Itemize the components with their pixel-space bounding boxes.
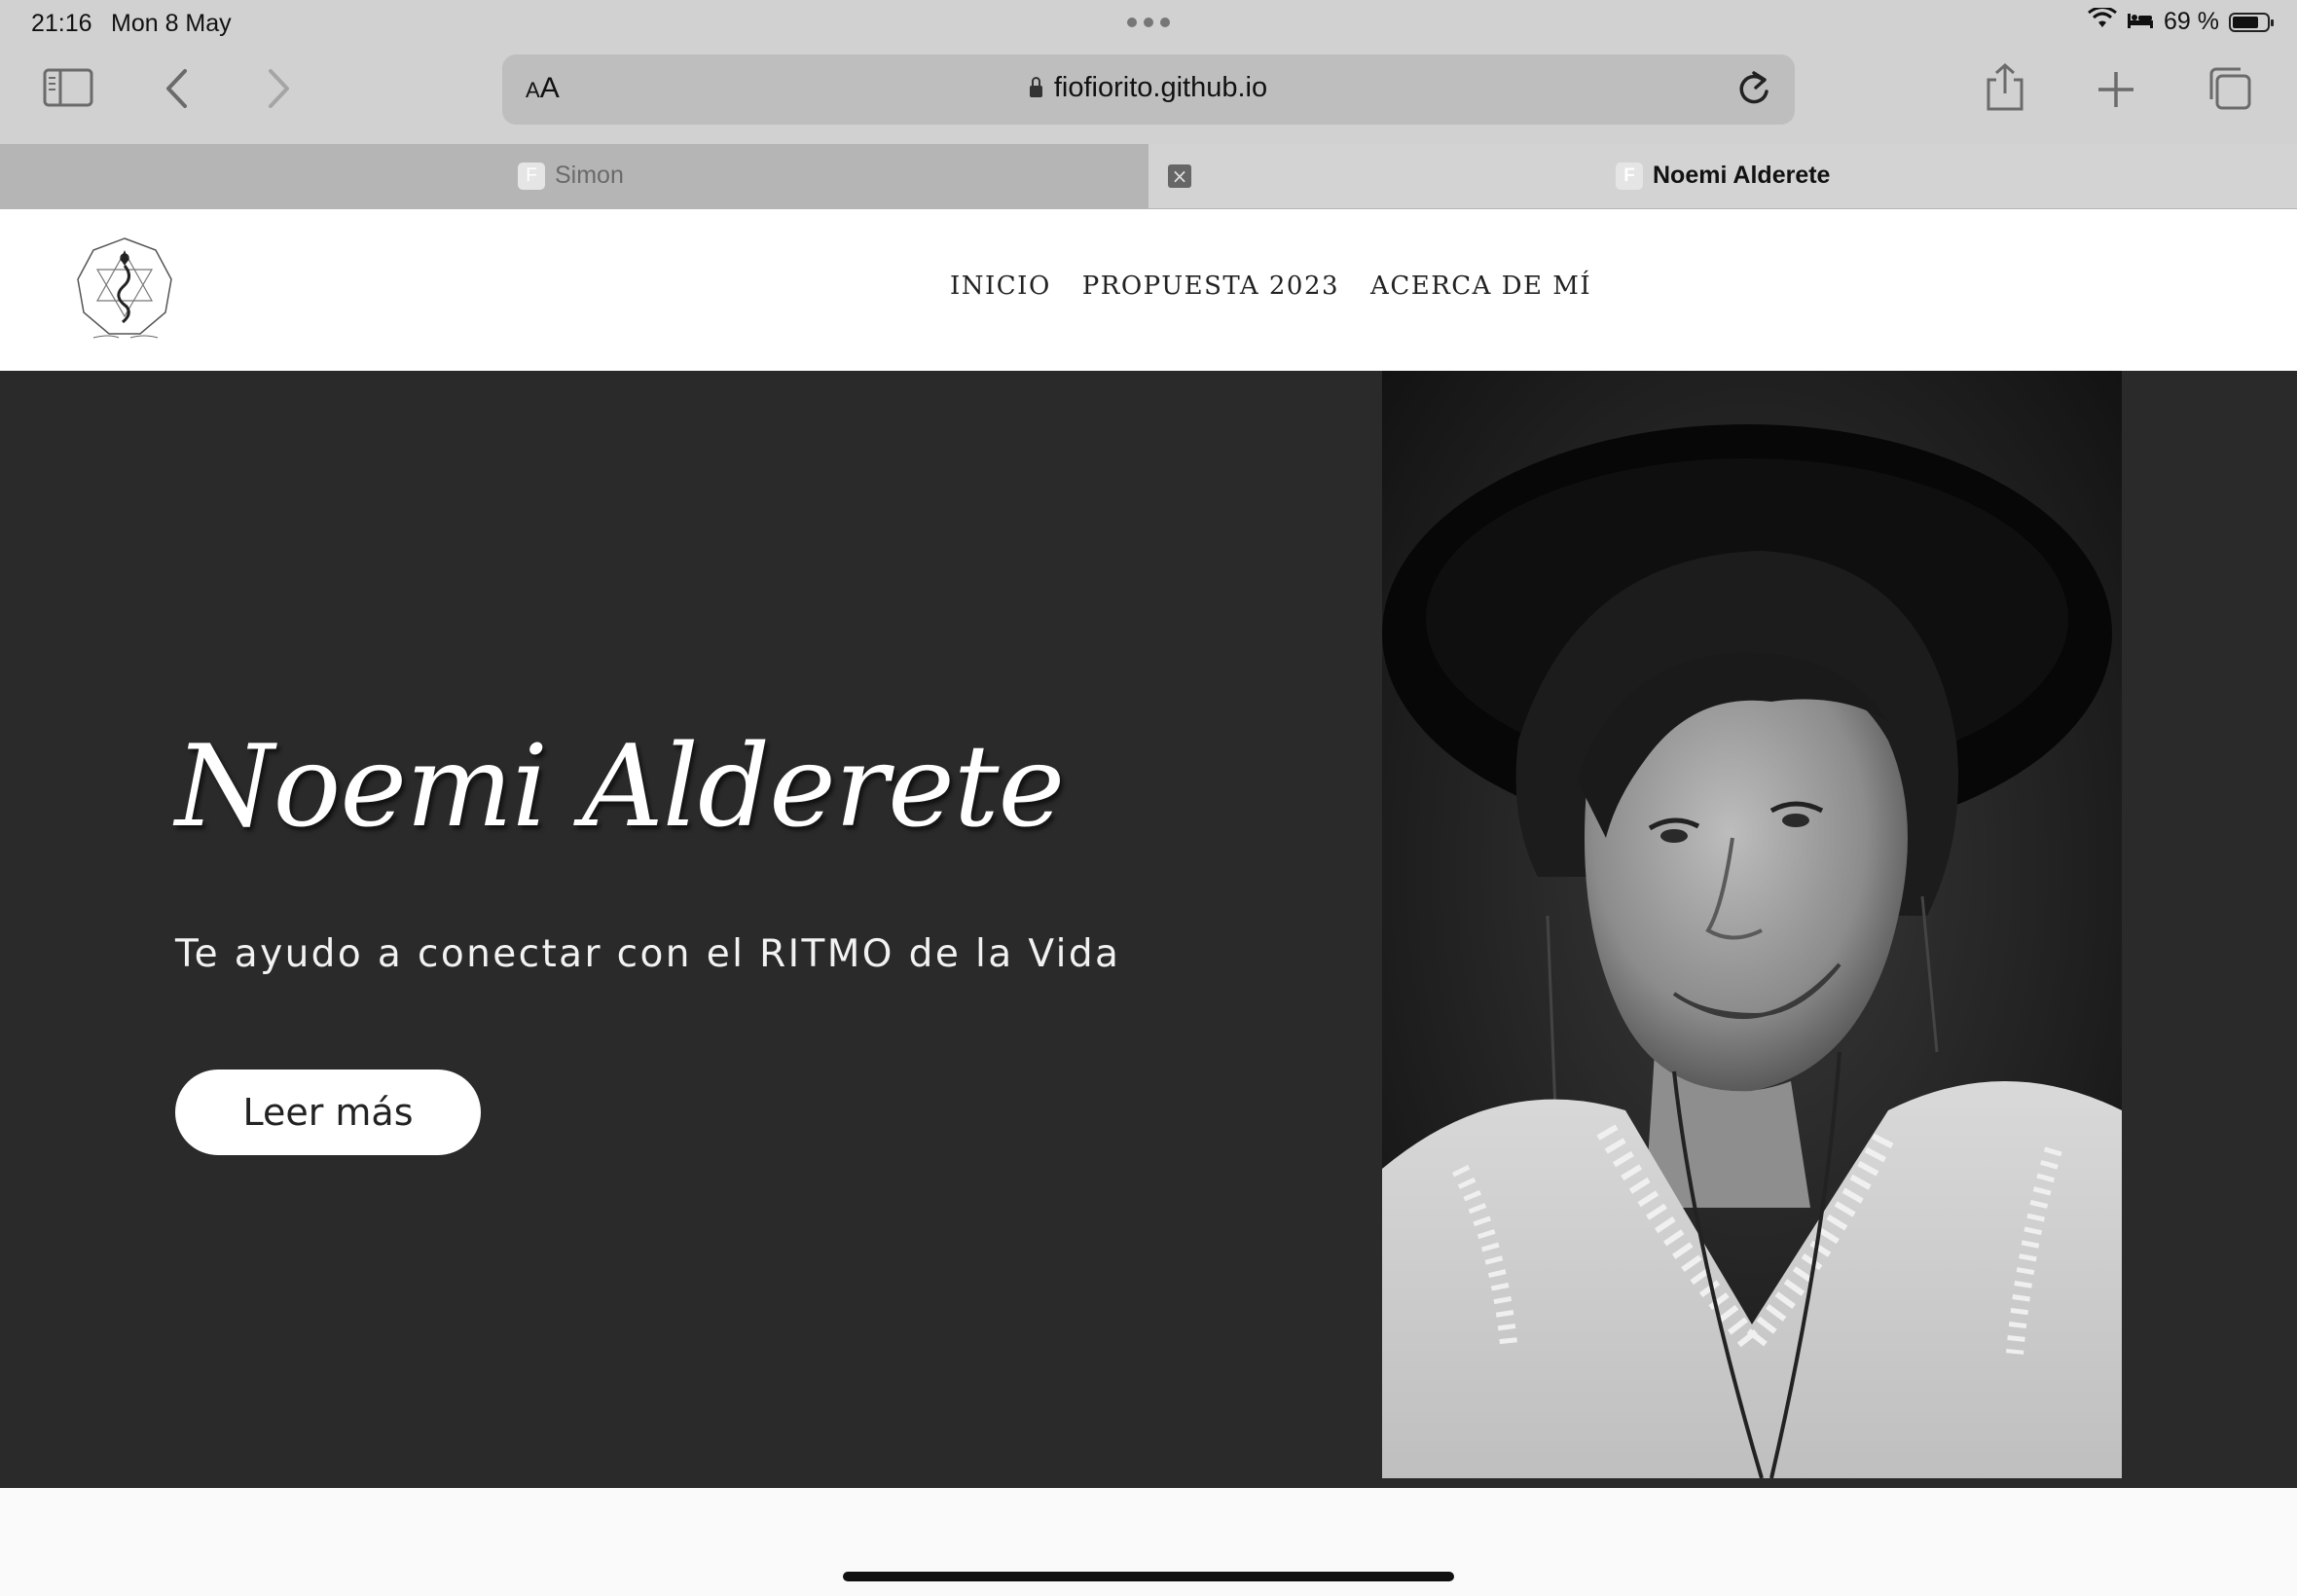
hero-subtitle: Te ayudo a conectar con el RITMO de la V…	[175, 932, 1121, 976]
new-tab-icon[interactable]	[2096, 70, 2135, 109]
status-date: Mon 8 May	[111, 10, 232, 37]
url-text: fiofiorito.github.io	[1053, 72, 1268, 103]
hero-section: Noemi Alderete Te ayudo a conectar con e…	[0, 371, 2297, 1488]
reload-icon[interactable]	[1734, 68, 1773, 113]
tab-label: Noemi Alderete	[1653, 162, 1831, 189]
back-icon[interactable]	[164, 68, 189, 109]
tab-noemi-alderete[interactable]: × F Noemi Alderete	[1148, 144, 2297, 208]
nav-acerca-de-mi[interactable]: ACERCA DE MÍ	[1370, 272, 1591, 301]
home-indicator[interactable]	[843, 1572, 1454, 1581]
url-field[interactable]: fiofiorito.github.io	[502, 72, 1795, 104]
battery-icon	[2229, 12, 2274, 32]
browser-chrome: 21:16 Mon 8 May 69 % AA fiofiorito.githu…	[0, 0, 2297, 144]
battery-percentage: 69 %	[2164, 8, 2219, 35]
nav-propuesta-2023[interactable]: PROPUESTA 2023	[1082, 272, 1339, 301]
bed-icon	[2127, 8, 2154, 36]
tab-overview-icon[interactable]	[2206, 66, 2252, 111]
site-logo[interactable]	[70, 233, 179, 347]
read-more-button[interactable]: Leer más	[175, 1070, 481, 1155]
multitasking-dots-icon[interactable]	[1127, 18, 1170, 27]
lock-icon	[1029, 77, 1042, 97]
tab-favicon: F	[518, 163, 545, 191]
close-tab-icon[interactable]: ×	[1168, 164, 1191, 188]
address-bar[interactable]: AA fiofiorito.github.io	[502, 54, 1795, 125]
tab-simon[interactable]: F Simon	[0, 144, 1148, 208]
site-header: INICIO PROPUESTA 2023 ACERCA DE MÍ	[0, 209, 2297, 371]
main-nav: INICIO PROPUESTA 2023 ACERCA DE MÍ	[950, 272, 1591, 301]
status-right: 69 %	[2088, 6, 2274, 36]
tab-label: Simon	[555, 162, 624, 189]
tab-bar: F Simon × F Noemi Alderete	[0, 144, 2297, 209]
hero-title: Noemi Alderete	[175, 721, 1065, 852]
portrait-photo	[1382, 371, 2122, 1478]
status-time: 21:16	[31, 10, 92, 37]
sidebar-icon[interactable]	[43, 68, 93, 107]
forward-icon[interactable]	[267, 68, 292, 109]
wifi-icon	[2088, 6, 2117, 36]
nav-inicio[interactable]: INICIO	[950, 272, 1051, 301]
tab-favicon: F	[1616, 163, 1643, 191]
share-icon[interactable]	[1984, 62, 2026, 113]
